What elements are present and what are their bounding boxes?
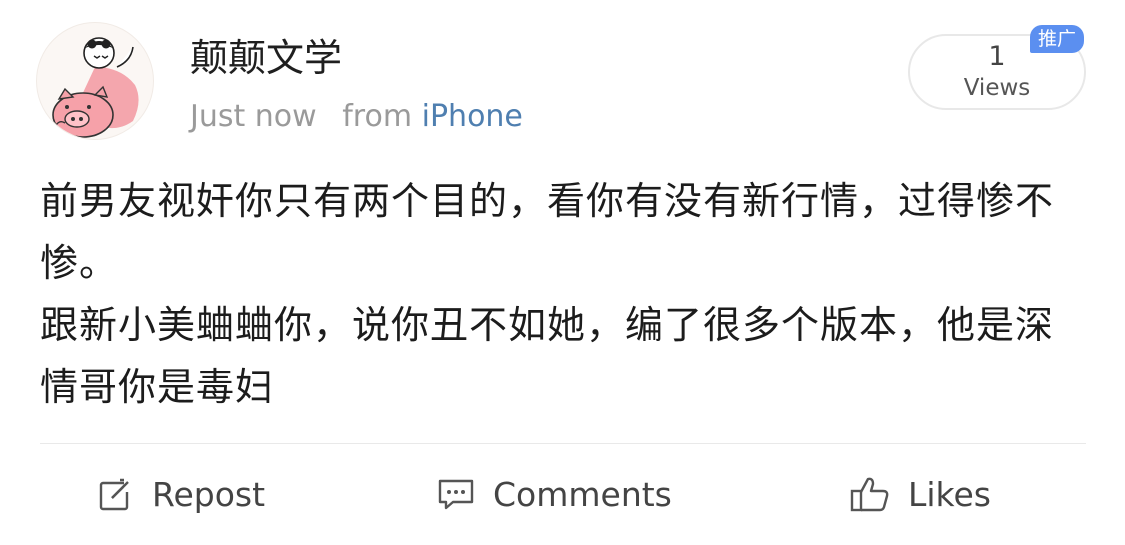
post-paragraph: 跟新小美蛐蛐你，说你丑不如她，编了很多个版本，他是深情哥你是毒妇 <box>40 303 1055 409</box>
comments-button[interactable]: Comments <box>437 468 672 520</box>
source-device[interactable]: iPhone <box>422 99 523 134</box>
avatar[interactable] <box>36 22 154 140</box>
comment-icon <box>437 476 475 512</box>
repost-icon <box>98 476 134 512</box>
views-label: Views <box>963 75 1031 101</box>
comments-label: Comments <box>493 474 672 514</box>
post-paragraph: 前男友视奸你只有两个目的，看你有没有新行情，过得惨不惨。 <box>40 179 1055 285</box>
likes-button[interactable]: Likes <box>850 468 991 520</box>
post-content: 前男友视奸你只有两个目的，看你有没有新行情，过得惨不惨。 跟新小美蛐蛐你，说你丑… <box>40 170 1090 418</box>
post-time: Just now <box>190 99 317 134</box>
post-card: 颠颠文学 Just now from iPhone 1 Views 推广 前男友… <box>0 0 1125 545</box>
post-meta: Just now from iPhone <box>190 97 523 137</box>
repost-button[interactable]: Repost <box>98 468 265 520</box>
avatar-illustration <box>52 37 139 138</box>
likes-label: Likes <box>908 474 991 514</box>
divider <box>40 443 1086 444</box>
promo-badge[interactable]: 推广 <box>1030 25 1085 53</box>
repost-label: Repost <box>152 474 266 514</box>
username[interactable]: 颠颠文学 <box>190 34 342 82</box>
thumbs-up-icon <box>850 475 890 513</box>
source-label: from <box>342 99 413 134</box>
